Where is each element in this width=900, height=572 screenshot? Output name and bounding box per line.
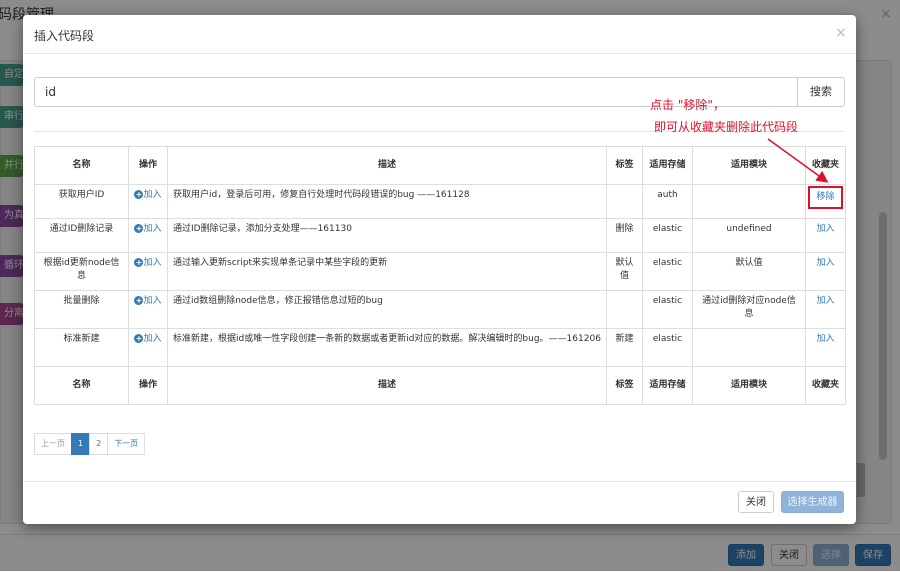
prev-page-button[interactable]: 上一页 <box>34 433 72 455</box>
add-favorite-link[interactable]: 加入 <box>805 218 846 253</box>
insert-link[interactable]: +加入 <box>134 189 162 202</box>
cell-op: +加入 <box>128 218 168 253</box>
table-footer-row: 名称 操作 描述 标签 适用存储 适用模块 收藏夹 <box>34 366 846 405</box>
insert-link[interactable]: +加入 <box>134 223 162 236</box>
remove-favorite-link[interactable]: 移除 <box>808 186 843 209</box>
column-header: 名称 <box>34 146 129 185</box>
cell-op: +加入 <box>128 184 168 219</box>
insert-label: 加入 <box>143 224 162 234</box>
annotation-line-2: 即可从收藏夹删除此代码段 <box>654 120 799 134</box>
table-row: 获取用户ID +加入 获取用户id，登录后可用，修复自行处理时代码段错误的bug… <box>34 184 846 219</box>
cell-storage: elastic <box>642 290 693 329</box>
cell-tag: 删除 <box>606 218 643 253</box>
snippet-table: 名称 操作 描述 标签 适用存储 适用模块 收藏夹 获取用户ID +加入 获取用… <box>34 146 846 405</box>
cell-desc: 标准新建，根据id或唯一性字段创建一条新的数据或者更新id对应的数据。解决编辑时… <box>167 328 607 367</box>
pagination: 上一页 1 2 下一页 <box>34 433 146 455</box>
cell-storage: elastic <box>642 252 693 291</box>
dialog-header: 插入代码段 × <box>23 15 856 54</box>
cell-storage: elastic <box>642 328 693 367</box>
insert-label: 加入 <box>143 190 162 200</box>
select-generator-button[interactable]: 选择生成器 <box>781 491 844 513</box>
add-favorite-link[interactable]: 加入 <box>805 328 846 367</box>
cell-module <box>692 328 806 367</box>
insert-link[interactable]: +加入 <box>134 257 162 270</box>
cell-storage: auth <box>642 184 693 219</box>
cell-fav: 移除 <box>805 184 846 219</box>
dialog-close-icon[interactable]: × <box>835 25 847 41</box>
insert-label: 加入 <box>143 258 162 268</box>
column-footer: 适用模块 <box>692 366 806 405</box>
cell-tag <box>606 290 643 329</box>
cell-module: undefined <box>692 218 806 253</box>
next-page-button[interactable]: 下一页 <box>107 433 146 455</box>
cell-module: 通过id删除对应node信息 <box>692 290 806 329</box>
cell-tag: 新建 <box>606 328 643 367</box>
dialog-close-button[interactable]: 关闭 <box>738 491 774 513</box>
cell-name: 获取用户ID <box>34 184 129 219</box>
cell-module: 默认值 <box>692 252 806 291</box>
table-header-row: 名称 操作 描述 标签 适用存储 适用模块 收藏夹 <box>34 146 846 185</box>
cell-storage: elastic <box>642 218 693 253</box>
cell-name: 标准新建 <box>34 328 129 367</box>
insert-link[interactable]: +加入 <box>134 333 162 346</box>
page-button-2[interactable]: 2 <box>89 433 109 455</box>
column-footer: 描述 <box>167 366 607 405</box>
column-header: 描述 <box>167 146 607 185</box>
cell-desc: 通过id数组删除node信息，修正报错信息过短的bug <box>167 290 607 329</box>
cell-desc: 通过输入更新script来实现单条记录中某些字段的更新 <box>167 252 607 291</box>
column-header: 适用存储 <box>642 146 693 185</box>
cell-desc: 通过ID删除记录，添加分支处理——161130 <box>167 218 607 253</box>
column-header: 标签 <box>606 146 643 185</box>
column-footer: 标签 <box>606 366 643 405</box>
dialog-footer-divider <box>23 481 856 482</box>
table-row: 根据id更新node信息 +加入 通过输入更新script来实现单条记录中某些字… <box>34 252 846 291</box>
search-button[interactable]: 搜索 <box>797 77 845 107</box>
column-footer: 适用存储 <box>642 366 693 405</box>
cell-desc: 获取用户id，登录后可用，修复自行处理时代码段错误的bug ——161128 <box>167 184 607 219</box>
column-footer: 收藏夹 <box>805 366 846 405</box>
annotation-line-1: 点击 "移除"， <box>650 98 725 112</box>
insert-snippet-dialog: 插入代码段 × 搜索 名称 操作 描述 标签 适用存储 适用模块 收藏夹 获取用… <box>23 15 856 524</box>
cell-op: +加入 <box>128 252 168 291</box>
table-row: 标准新建 +加入 标准新建，根据id或唯一性字段创建一条新的数据或者更新id对应… <box>34 328 846 367</box>
insert-link[interactable]: +加入 <box>134 295 162 308</box>
cell-name: 根据id更新node信息 <box>34 252 129 291</box>
insert-label: 加入 <box>143 296 162 306</box>
table-row: 通过ID删除记录 +加入 通过ID删除记录，添加分支处理——161130 删除 … <box>34 218 846 253</box>
cell-tag <box>606 184 643 219</box>
dialog-title: 插入代码段 <box>34 29 95 43</box>
cell-op: +加入 <box>128 290 168 329</box>
table-row: 批量删除 +加入 通过id数组删除node信息，修正报错信息过短的bug ela… <box>34 290 846 329</box>
add-favorite-link[interactable]: 加入 <box>805 252 846 291</box>
page-button-1[interactable]: 1 <box>71 433 91 455</box>
column-header: 收藏夹 <box>805 146 846 185</box>
add-favorite-link[interactable]: 加入 <box>805 290 846 329</box>
cell-op: +加入 <box>128 328 168 367</box>
column-header: 适用模块 <box>692 146 806 185</box>
insert-label: 加入 <box>143 334 162 344</box>
cell-tag: 默认值 <box>606 252 643 291</box>
cell-name: 通过ID删除记录 <box>34 218 129 253</box>
cell-name: 批量删除 <box>34 290 129 329</box>
cell-module <box>692 184 806 219</box>
column-header: 操作 <box>128 146 168 185</box>
column-footer: 操作 <box>128 366 168 405</box>
column-footer: 名称 <box>34 366 129 405</box>
